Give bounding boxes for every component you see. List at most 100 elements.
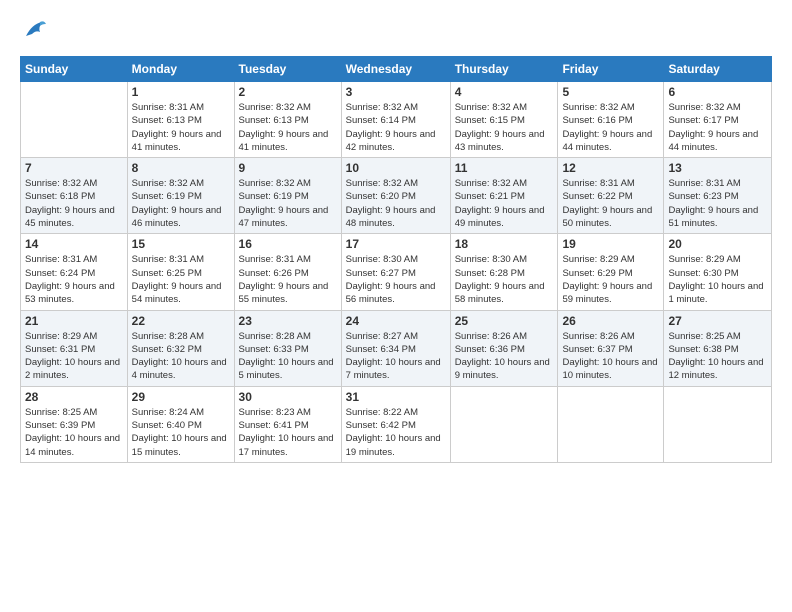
header	[20, 16, 772, 44]
day-number: 4	[455, 85, 554, 99]
calendar-cell: 20Sunrise: 8:29 AMSunset: 6:30 PMDayligh…	[664, 234, 772, 310]
calendar-cell: 26 Sunrise: 8:26 AMSunset: 6:37 PMDayligh…	[558, 310, 664, 386]
day-info: Sunrise: 8:28 AMSunset: 6:33 PMDaylight:…	[239, 330, 337, 383]
calendar-cell: 25 Sunrise: 8:26 AMSunset: 6:36 PMDayligh…	[450, 310, 558, 386]
calendar-cell: 16 Sunrise: 8:31 AMSunset: 6:26 PMDayligh…	[234, 234, 341, 310]
day-info: Sunrise: 8:31 AMSunset: 6:13 PMDaylight:…	[132, 101, 230, 154]
day-number: 15	[132, 237, 230, 251]
calendar-cell: 4 Sunrise: 8:32 AMSunset: 6:15 PMDaylight…	[450, 82, 558, 158]
day-info: Sunrise: 8:31 AMSunset: 6:26 PMDaylight:…	[239, 253, 337, 306]
calendar-cell	[664, 386, 772, 462]
calendar-body: 1Sunrise: 8:31 AMSunset: 6:13 PMDaylight…	[21, 82, 772, 463]
day-info: Sunrise: 8:26 AMSunset: 6:36 PMDaylight:…	[455, 330, 554, 383]
calendar-cell	[450, 386, 558, 462]
day-number: 31	[346, 390, 446, 404]
calendar-cell: 6Sunrise: 8:32 AMSunset: 6:17 PMDaylight…	[664, 82, 772, 158]
day-info: Sunrise: 8:32 AMSunset: 6:21 PMDaylight:…	[455, 177, 554, 230]
calendar-cell: 23 Sunrise: 8:28 AMSunset: 6:33 PMDayligh…	[234, 310, 341, 386]
week-row-4: 21 Sunrise: 8:29 AMSunset: 6:31 PMDayligh…	[21, 310, 772, 386]
week-row-2: 7 Sunrise: 8:32 AMSunset: 6:18 PMDaylight…	[21, 158, 772, 234]
calendar-cell: 14Sunrise: 8:31 AMSunset: 6:24 PMDayligh…	[21, 234, 128, 310]
day-number: 9	[239, 161, 337, 175]
day-number: 16	[239, 237, 337, 251]
day-number: 17	[346, 237, 446, 251]
day-info: Sunrise: 8:32 AMSunset: 6:15 PMDaylight:…	[455, 101, 554, 154]
calendar-cell: 3 Sunrise: 8:32 AMSunset: 6:14 PMDaylight…	[341, 82, 450, 158]
day-info: Sunrise: 8:32 AMSunset: 6:17 PMDaylight:…	[668, 101, 767, 154]
day-info: Sunrise: 8:32 AMSunset: 6:19 PMDaylight:…	[132, 177, 230, 230]
page: SundayMondayTuesdayWednesdayThursdayFrid…	[0, 0, 792, 612]
day-info: Sunrise: 8:27 AMSunset: 6:34 PMDaylight:…	[346, 330, 446, 383]
day-info: Sunrise: 8:22 AMSunset: 6:42 PMDaylight:…	[346, 406, 446, 459]
weekday-header-tuesday: Tuesday	[234, 57, 341, 82]
day-info: Sunrise: 8:29 AMSunset: 6:31 PMDaylight:…	[25, 330, 123, 383]
day-number: 14	[25, 237, 123, 251]
calendar-table: SundayMondayTuesdayWednesdayThursdayFrid…	[20, 56, 772, 463]
logo	[20, 16, 50, 44]
day-number: 10	[346, 161, 446, 175]
calendar-cell: 12Sunrise: 8:31 AMSunset: 6:22 PMDayligh…	[558, 158, 664, 234]
calendar-cell: 17 Sunrise: 8:30 AMSunset: 6:27 PMDayligh…	[341, 234, 450, 310]
day-info: Sunrise: 8:32 AMSunset: 6:16 PMDaylight:…	[562, 101, 659, 154]
calendar-cell: 15Sunrise: 8:31 AMSunset: 6:25 PMDayligh…	[127, 234, 234, 310]
weekday-header-monday: Monday	[127, 57, 234, 82]
calendar-cell: 13 Sunrise: 8:31 AMSunset: 6:23 PMDayligh…	[664, 158, 772, 234]
day-info: Sunrise: 8:26 AMSunset: 6:37 PMDaylight:…	[562, 330, 659, 383]
day-number: 25	[455, 314, 554, 328]
day-info: Sunrise: 8:25 AMSunset: 6:38 PMDaylight:…	[668, 330, 767, 383]
calendar-cell: 29 Sunrise: 8:24 AMSunset: 6:40 PMDayligh…	[127, 386, 234, 462]
day-info: Sunrise: 8:32 AMSunset: 6:20 PMDaylight:…	[346, 177, 446, 230]
week-row-5: 28Sunrise: 8:25 AMSunset: 6:39 PMDayligh…	[21, 386, 772, 462]
calendar-cell: 27 Sunrise: 8:25 AMSunset: 6:38 PMDayligh…	[664, 310, 772, 386]
weekday-header-saturday: Saturday	[664, 57, 772, 82]
weekday-header-friday: Friday	[558, 57, 664, 82]
day-number: 18	[455, 237, 554, 251]
week-row-1: 1Sunrise: 8:31 AMSunset: 6:13 PMDaylight…	[21, 82, 772, 158]
day-info: Sunrise: 8:28 AMSunset: 6:32 PMDaylight:…	[132, 330, 230, 383]
week-row-3: 14Sunrise: 8:31 AMSunset: 6:24 PMDayligh…	[21, 234, 772, 310]
calendar-cell: 1Sunrise: 8:31 AMSunset: 6:13 PMDaylight…	[127, 82, 234, 158]
day-info: Sunrise: 8:32 AMSunset: 6:14 PMDaylight:…	[346, 101, 446, 154]
calendar-cell: 24Sunrise: 8:27 AMSunset: 6:34 PMDayligh…	[341, 310, 450, 386]
day-info: Sunrise: 8:24 AMSunset: 6:40 PMDaylight:…	[132, 406, 230, 459]
day-info: Sunrise: 8:23 AMSunset: 6:41 PMDaylight:…	[239, 406, 337, 459]
day-number: 5	[562, 85, 659, 99]
calendar-cell: 19Sunrise: 8:29 AMSunset: 6:29 PMDayligh…	[558, 234, 664, 310]
day-info: Sunrise: 8:32 AMSunset: 6:19 PMDaylight:…	[239, 177, 337, 230]
calendar-cell: 31 Sunrise: 8:22 AMSunset: 6:42 PMDayligh…	[341, 386, 450, 462]
day-info: Sunrise: 8:30 AMSunset: 6:28 PMDaylight:…	[455, 253, 554, 306]
day-number: 21	[25, 314, 123, 328]
calendar-cell: 9 Sunrise: 8:32 AMSunset: 6:19 PMDaylight…	[234, 158, 341, 234]
day-number: 29	[132, 390, 230, 404]
calendar-cell: 30Sunrise: 8:23 AMSunset: 6:41 PMDayligh…	[234, 386, 341, 462]
header-row: SundayMondayTuesdayWednesdayThursdayFrid…	[21, 57, 772, 82]
day-number: 27	[668, 314, 767, 328]
calendar-cell: 21 Sunrise: 8:29 AMSunset: 6:31 PMDayligh…	[21, 310, 128, 386]
day-info: Sunrise: 8:32 AMSunset: 6:13 PMDaylight:…	[239, 101, 337, 154]
day-info: Sunrise: 8:31 AMSunset: 6:22 PMDaylight:…	[562, 177, 659, 230]
calendar-cell: 18 Sunrise: 8:30 AMSunset: 6:28 PMDayligh…	[450, 234, 558, 310]
day-info: Sunrise: 8:30 AMSunset: 6:27 PMDaylight:…	[346, 253, 446, 306]
day-number: 26	[562, 314, 659, 328]
day-number: 2	[239, 85, 337, 99]
day-number: 3	[346, 85, 446, 99]
calendar-cell: 10 Sunrise: 8:32 AMSunset: 6:20 PMDayligh…	[341, 158, 450, 234]
calendar-cell: 7 Sunrise: 8:32 AMSunset: 6:18 PMDaylight…	[21, 158, 128, 234]
day-number: 13	[668, 161, 767, 175]
day-info: Sunrise: 8:31 AMSunset: 6:23 PMDaylight:…	[668, 177, 767, 230]
calendar-cell: 22 Sunrise: 8:28 AMSunset: 6:32 PMDayligh…	[127, 310, 234, 386]
calendar-cell: 8 Sunrise: 8:32 AMSunset: 6:19 PMDaylight…	[127, 158, 234, 234]
day-number: 11	[455, 161, 554, 175]
day-number: 8	[132, 161, 230, 175]
day-info: Sunrise: 8:32 AMSunset: 6:18 PMDaylight:…	[25, 177, 123, 230]
day-number: 7	[25, 161, 123, 175]
day-info: Sunrise: 8:25 AMSunset: 6:39 PMDaylight:…	[25, 406, 123, 459]
calendar-header: SundayMondayTuesdayWednesdayThursdayFrid…	[21, 57, 772, 82]
calendar-cell	[558, 386, 664, 462]
day-number: 23	[239, 314, 337, 328]
calendar-cell: 5 Sunrise: 8:32 AMSunset: 6:16 PMDaylight…	[558, 82, 664, 158]
day-number: 22	[132, 314, 230, 328]
day-info: Sunrise: 8:29 AMSunset: 6:29 PMDaylight:…	[562, 253, 659, 306]
logo-bird-icon	[22, 16, 50, 44]
calendar-cell: 28Sunrise: 8:25 AMSunset: 6:39 PMDayligh…	[21, 386, 128, 462]
